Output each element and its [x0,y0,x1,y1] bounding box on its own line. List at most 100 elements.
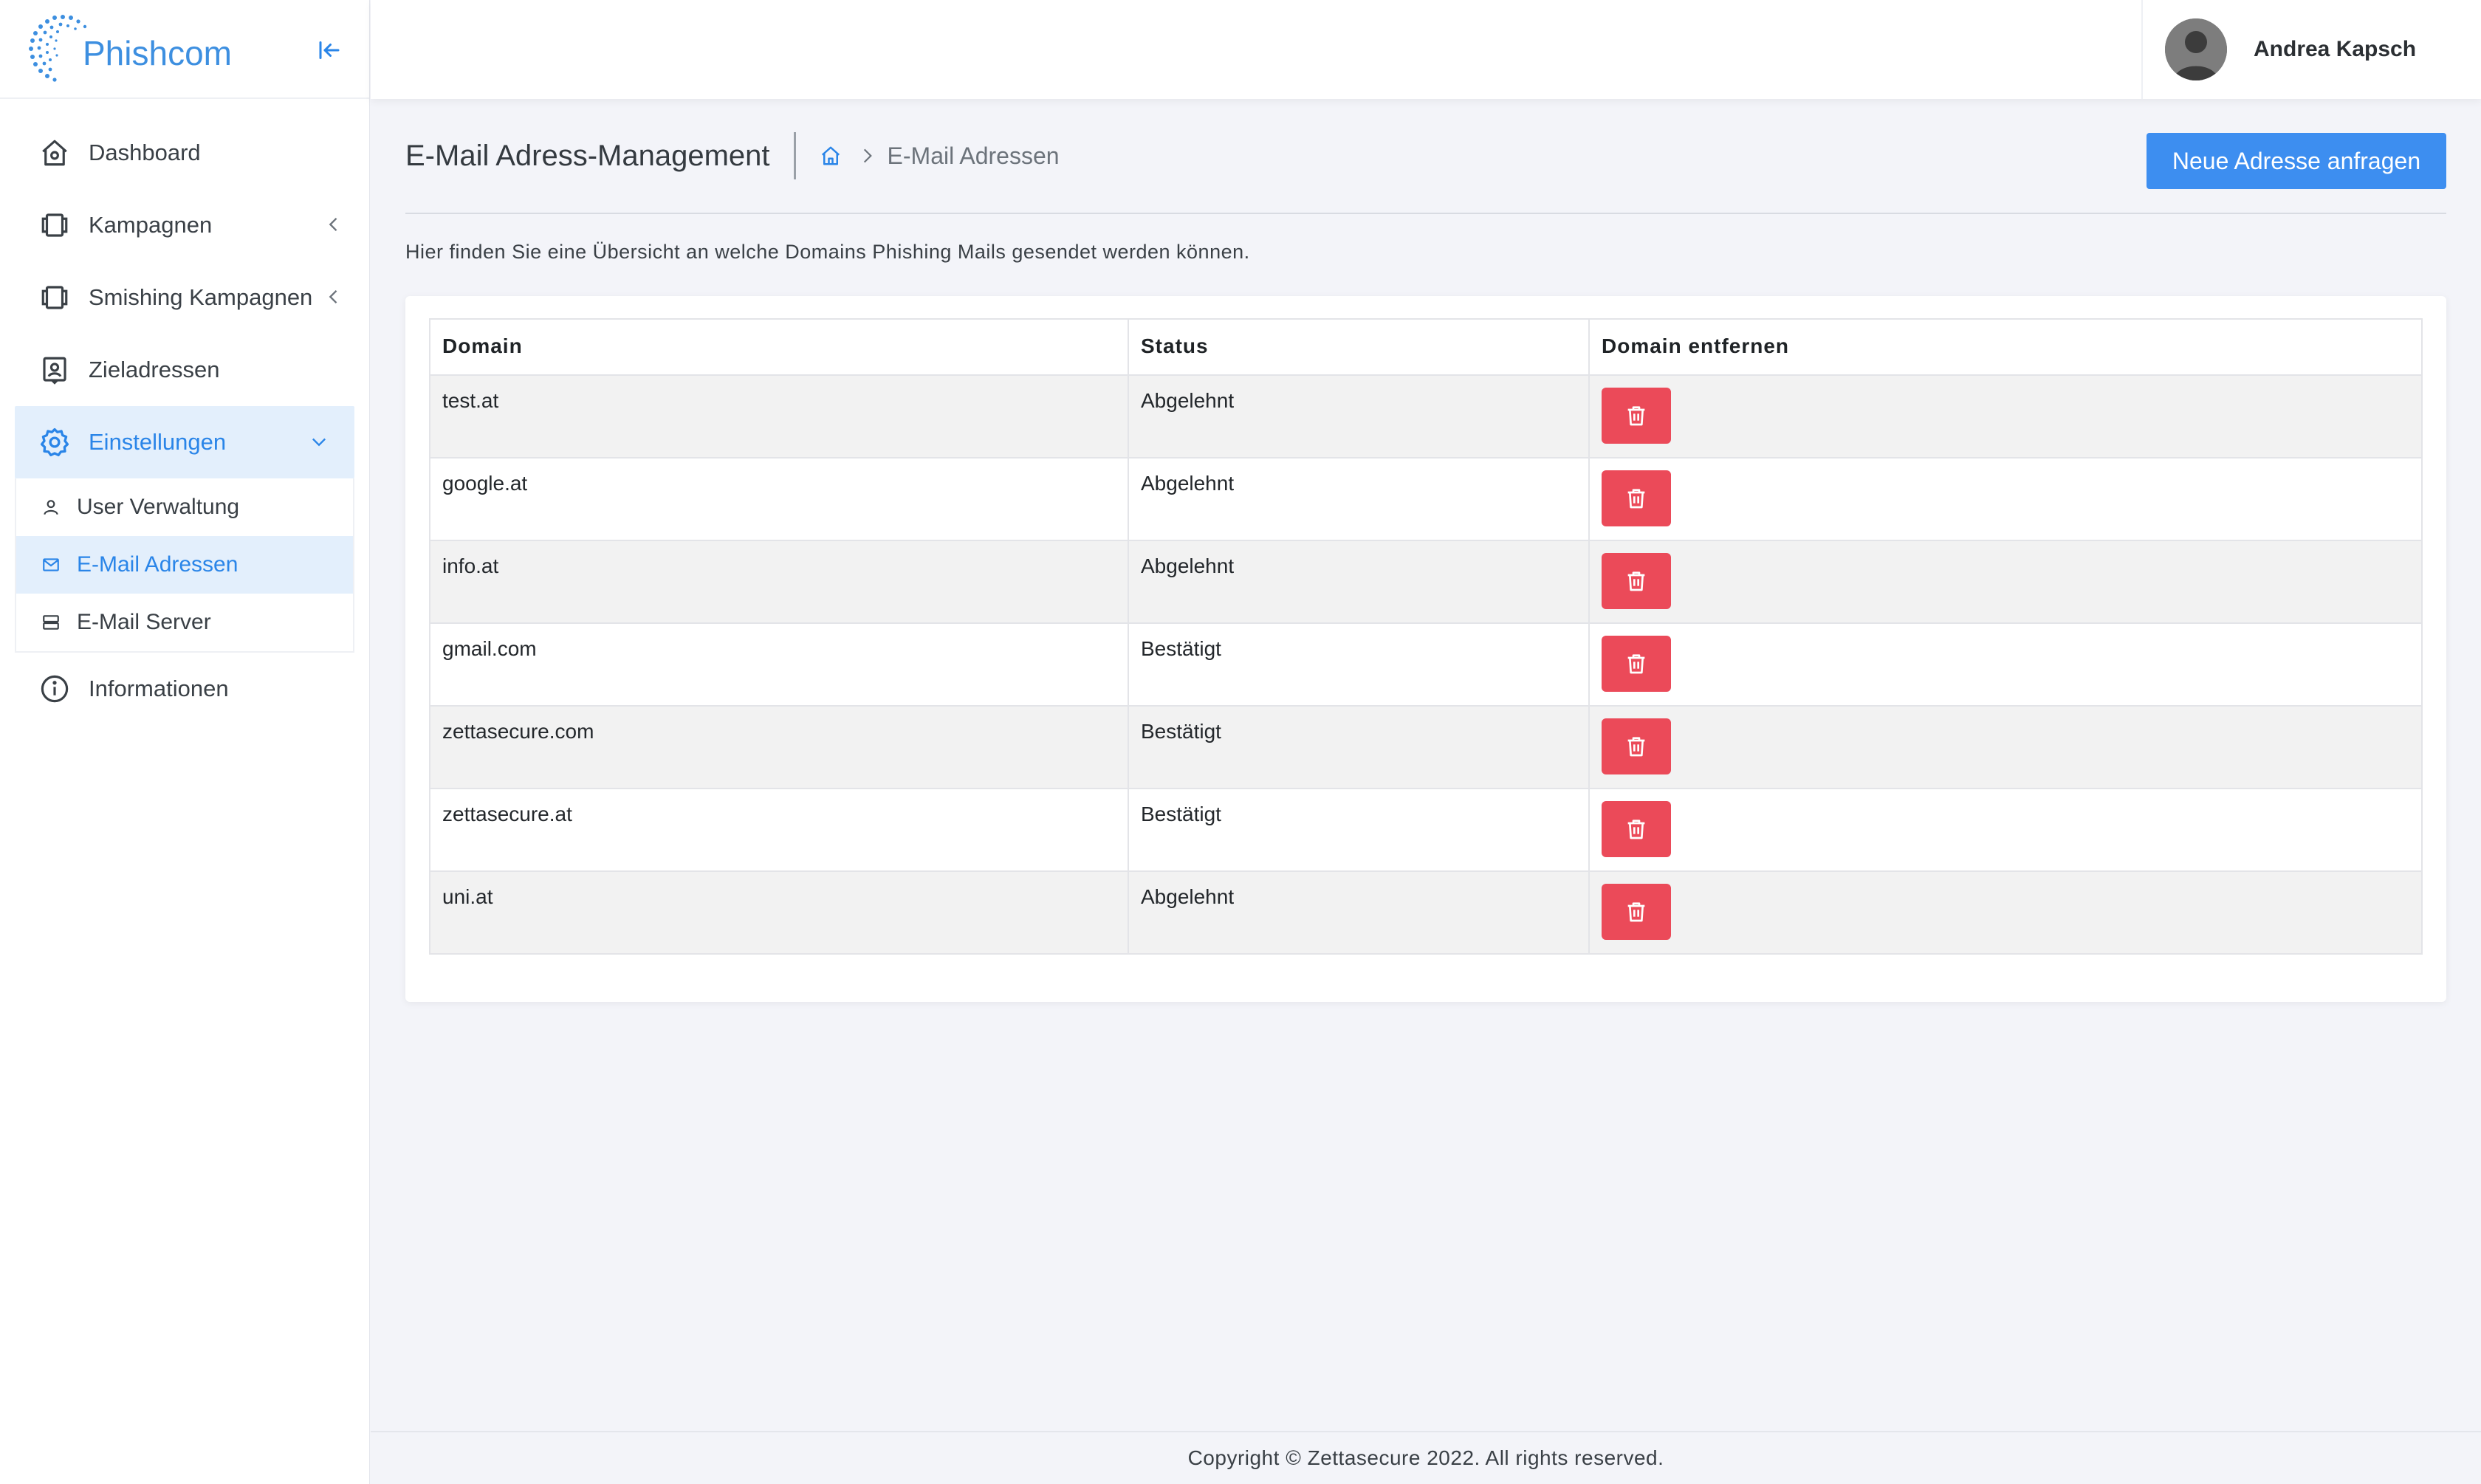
table-row: info.at Abgelehnt [429,540,2423,624]
status-cell: Bestätigt [1128,705,1590,789]
sidebar-item-label: Informationen [89,676,229,701]
copyright-text: Copyright © Zettasecure 2022. All rights… [1187,1446,1664,1469]
delete-domain-button[interactable] [1602,388,1671,444]
trash-icon [1627,571,1645,591]
sidebar-item-label: Einstellungen [89,429,227,455]
delete-domain-button[interactable] [1602,884,1671,940]
topbar: Andrea Kapsch [371,0,2481,99]
server-icon [40,611,62,633]
sidebar-item-kampagnen[interactable]: Kampagnen [0,189,369,261]
domain-cell: info.at [429,540,1129,624]
chevron-left-icon [329,290,337,303]
remove-cell [1588,374,2423,458]
status-cell: Abgelehnt [1128,457,1590,541]
trash-icon [1627,489,1645,509]
logo[interactable]: Phishcom [22,8,232,89]
user-menu[interactable]: Andrea Kapsch [2141,0,2481,99]
main-content: E-Mail Adress-Management E-Mail Adressen… [405,99,2446,1002]
page-header: E-Mail Adress-Management E-Mail Adressen… [405,99,2446,214]
table-row: google.at Abgelehnt [429,457,2423,541]
table-header-row: Domain Status Domain entfernen [429,318,2423,376]
home-icon[interactable] [820,145,842,167]
info-icon [38,673,71,705]
submenu-item-label: E-Mail Adressen [77,552,239,577]
status-cell: Abgelehnt [1128,870,1590,955]
submenu-item-user-verwaltung[interactable]: User Verwaltung [16,478,353,536]
submenu-item-label: User Verwaltung [77,495,240,519]
status-cell: Bestätigt [1128,788,1590,872]
delete-domain-button[interactable] [1602,801,1671,857]
status-cell: Abgelehnt [1128,374,1590,458]
submenu-item-email-adressen[interactable]: E-Mail Adressen [16,536,353,594]
sidebar-item-dashboard[interactable]: Dashboard [0,117,369,189]
domain-cell: gmail.com [429,622,1129,707]
domain-cell: test.at [429,374,1129,458]
sidebar-item-label: Smishing Kampagnen [89,284,313,310]
sidebar: Phishcom Dashboard Kampagnen Smishing Ka… [0,0,370,1484]
domains-card: Domain Status Domain entfernen test.at A… [405,296,2446,1002]
chevron-left-icon [329,218,337,231]
breadcrumb: E-Mail Adressen [820,142,1060,170]
domain-cell: uni.at [429,870,1129,955]
column-header-status: Status [1128,318,1590,376]
campaign-icon [38,209,71,241]
page-title: E-Mail Adress-Management [405,139,770,172]
domain-cell: zettasecure.com [429,705,1129,789]
table-row: zettasecure.at Bestätigt [429,788,2423,872]
chevron-right-icon [863,148,872,163]
domains-table: Domain Status Domain entfernen test.at A… [429,318,2423,955]
footer: Copyright © Zettasecure 2022. All rights… [371,1431,2481,1484]
logo-area: Phishcom [0,0,369,99]
table-row: uni.at Abgelehnt [429,870,2423,955]
gear-icon [38,426,71,458]
column-header-domain: Domain [429,318,1129,376]
sidebar-item-label: Zieladressen [89,357,220,382]
status-cell: Bestätigt [1128,622,1590,707]
remove-cell [1588,457,2423,541]
remove-cell [1588,622,2423,707]
column-header-remove: Domain entfernen [1588,318,2423,376]
chevron-down-icon [312,438,326,447]
sidebar-item-informationen[interactable]: Informationen [0,653,369,725]
trash-icon [1627,737,1645,757]
table-row: gmail.com Bestätigt [429,622,2423,707]
status-cell: Abgelehnt [1128,540,1590,624]
submenu-item-label: E-Mail Server [77,610,211,634]
trash-icon [1627,820,1645,839]
delete-domain-button[interactable] [1602,636,1671,692]
delete-domain-button[interactable] [1602,718,1671,774]
delete-domain-button[interactable] [1602,553,1671,609]
sidebar-item-smishing-kampagnen[interactable]: Smishing Kampagnen [0,261,369,334]
user-icon [40,496,62,518]
settings-submenu: User Verwaltung E-Mail Adressen E-Mail S… [15,478,354,653]
remove-cell [1588,788,2423,872]
logo-text: Phishcom [83,34,232,72]
sidebar-item-label: Dashboard [89,140,201,165]
home-icon [38,137,71,169]
header-divider [793,132,796,179]
sidebar-collapse-button[interactable] [316,37,343,63]
sidebar-item-einstellungen[interactable]: Einstellungen [15,406,354,478]
trash-icon [1627,902,1645,922]
trash-icon [1627,406,1645,426]
sidebar-menu: Dashboard Kampagnen Smishing Kampagnen Z… [0,99,369,725]
submenu-item-email-server[interactable]: E-Mail Server [16,594,353,651]
user-name: Andrea Kapsch [2254,37,2417,61]
campaign-icon [38,281,71,314]
collapse-left-icon [319,41,340,59]
domain-cell: zettasecure.at [429,788,1129,872]
remove-cell [1588,540,2423,624]
sidebar-item-label: Kampagnen [89,212,213,238]
table-row: test.at Abgelehnt [429,374,2423,458]
table-row: zettasecure.com Bestätigt [429,705,2423,789]
contact-icon [38,354,71,386]
remove-cell [1588,705,2423,789]
mail-icon [40,554,62,576]
avatar [2165,18,2227,80]
new-address-button[interactable]: Neue Adresse anfragen [2147,133,2446,189]
sidebar-item-zieladressen[interactable]: Zieladressen [0,334,369,406]
domain-cell: google.at [429,457,1129,541]
delete-domain-button[interactable] [1602,470,1671,526]
page-intro: Hier finden Sie eine Übersicht an welche… [405,241,1250,263]
trash-icon [1627,654,1645,674]
